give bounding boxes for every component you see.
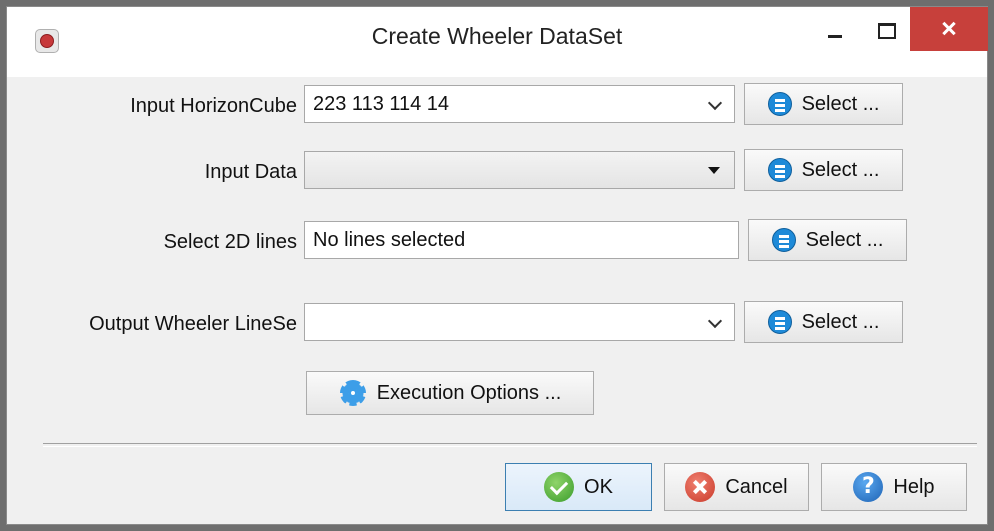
input-horizoncube-dropdown[interactable]: 223 113 114 14 xyxy=(304,85,735,123)
select-button-label: Select ... xyxy=(801,310,880,333)
title-bar[interactable]: Create Wheeler DataSet xyxy=(7,7,988,77)
input-data-label: Input Data xyxy=(204,161,297,183)
list-icon xyxy=(767,92,792,116)
select-2d-lines-field[interactable]: No lines selected xyxy=(304,221,739,259)
help-label: Help xyxy=(893,475,935,498)
help-icon: ? xyxy=(853,472,884,502)
execution-options-button[interactable]: Execution Options ... xyxy=(306,371,594,415)
dropdown-arrow-icon xyxy=(708,167,720,174)
input-data-select-button[interactable]: Select ... xyxy=(744,149,903,191)
input-horizoncube-select-button[interactable]: Select ... xyxy=(744,83,903,125)
select-button-label: Select ... xyxy=(801,92,880,115)
output-wheeler-lineset-label: Output Wheeler LineSe xyxy=(89,313,297,335)
dialog-window: Create Wheeler DataSet Input HorizonCube… xyxy=(0,0,994,531)
chevron-down-icon xyxy=(707,95,723,111)
cancel-label: Cancel xyxy=(725,475,788,498)
select-2d-lines-label: Select 2D lines xyxy=(163,231,297,253)
checkmark-icon xyxy=(544,472,575,502)
select-button-label: Select ... xyxy=(805,228,884,251)
list-icon xyxy=(767,158,792,182)
select-2d-lines-value: No lines selected xyxy=(313,229,466,251)
output-wheeler-lineset-dropdown[interactable] xyxy=(304,303,735,341)
cancel-button[interactable]: Cancel xyxy=(664,463,809,511)
ok-button[interactable]: OK xyxy=(505,463,652,511)
cancel-icon xyxy=(685,472,716,502)
help-button[interactable]: ? Help xyxy=(821,463,967,511)
list-icon xyxy=(771,228,796,252)
maximize-button[interactable] xyxy=(860,7,910,51)
close-button[interactable] xyxy=(910,7,988,51)
dialog-frame: Create Wheeler DataSet Input HorizonCube… xyxy=(6,6,988,525)
input-data-dropdown[interactable] xyxy=(304,151,735,189)
input-horizoncube-value: 223 113 114 14 xyxy=(313,93,450,115)
execution-options-label: Execution Options ... xyxy=(376,381,562,404)
select-2d-lines-select-button[interactable]: Select ... xyxy=(748,219,907,261)
minimize-button[interactable] xyxy=(810,7,860,51)
list-icon xyxy=(767,310,792,334)
input-horizoncube-label: Input HorizonCube xyxy=(130,95,297,117)
chevron-down-icon xyxy=(707,313,723,329)
output-wheeler-lineset-select-button[interactable]: Select ... xyxy=(744,301,903,343)
select-button-label: Select ... xyxy=(801,158,880,181)
ok-label: OK xyxy=(584,475,613,498)
gear-icon xyxy=(338,379,367,407)
separator xyxy=(43,443,977,447)
